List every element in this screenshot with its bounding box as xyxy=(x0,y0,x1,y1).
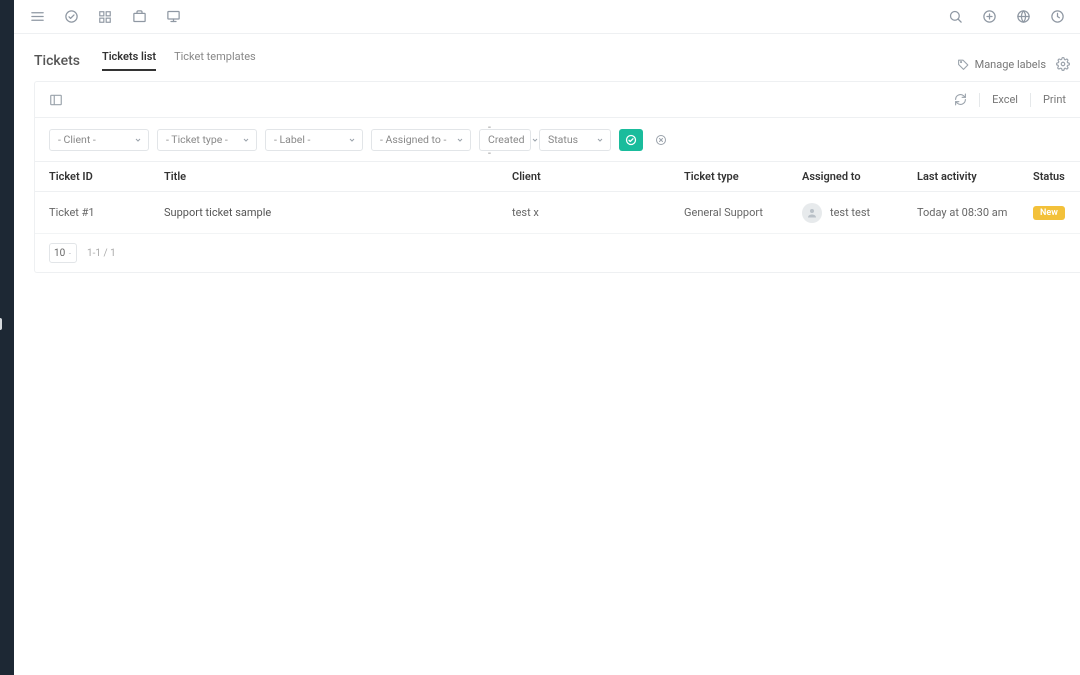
filters-row: - Client - - Ticket type - - Label - - A… xyxy=(35,118,1080,162)
cell-last-activity: Today at 08:30 am xyxy=(903,206,1019,219)
filter-assigned-to[interactable]: - Assigned to - xyxy=(371,129,471,151)
status-badge: New xyxy=(1033,206,1065,220)
assignee-name: test test xyxy=(830,206,870,219)
separator xyxy=(1030,93,1031,107)
panel-toggle-icon[interactable] xyxy=(49,93,63,107)
filter-status[interactable]: Status xyxy=(539,129,611,151)
cell-ticket-type: General Support xyxy=(670,206,788,219)
search-icon[interactable] xyxy=(946,8,964,26)
tab-ticket-templates[interactable]: Ticket templates xyxy=(174,50,256,71)
settings-icon[interactable] xyxy=(1056,57,1070,71)
table-row[interactable]: Ticket #1 Support ticket sample test x G… xyxy=(35,192,1080,234)
chevron-down-icon xyxy=(596,136,604,144)
chevron-down-icon xyxy=(68,250,72,257)
cell-title: Support ticket sample xyxy=(150,206,498,219)
pager-info: 1-1 / 1 xyxy=(87,248,116,259)
print-button[interactable]: Print xyxy=(1043,93,1066,106)
cell-status: New xyxy=(1019,205,1080,220)
pager: 10 1-1 / 1 xyxy=(35,234,1080,272)
cell-client: test x xyxy=(498,206,670,219)
topbar xyxy=(14,0,1080,34)
filter-ticket-type-label: - Ticket type - xyxy=(166,133,228,146)
menu-icon[interactable] xyxy=(28,8,46,26)
tabs: Tickets list Ticket templates xyxy=(102,50,256,71)
page-header: Tickets Tickets list Ticket templates Ma… xyxy=(34,50,1080,71)
left-rail xyxy=(0,0,14,675)
filter-label[interactable]: - Label - xyxy=(265,129,363,151)
col-ticket-type[interactable]: Ticket type xyxy=(670,170,788,183)
manage-labels-button[interactable]: Manage labels xyxy=(957,58,1046,71)
tickets-table: Ticket ID Title Client Ticket type Assig… xyxy=(35,162,1080,234)
tab-tickets-list[interactable]: Tickets list xyxy=(102,50,156,71)
table-header: Ticket ID Title Client Ticket type Assig… xyxy=(35,162,1080,192)
col-last-activity[interactable]: Last activity xyxy=(903,170,1019,183)
page-size-select[interactable]: 10 xyxy=(49,243,77,263)
grid-icon[interactable] xyxy=(96,8,114,26)
col-title[interactable]: Title xyxy=(150,170,498,183)
x-circle-icon xyxy=(655,134,667,146)
chevron-down-icon xyxy=(242,136,250,144)
monitor-icon[interactable] xyxy=(164,8,182,26)
filter-client-label: - Client - xyxy=(58,133,96,146)
col-ticket-id[interactable]: Ticket ID xyxy=(35,170,150,183)
topbar-left-icons xyxy=(28,8,182,26)
card-toolbar: Excel Print xyxy=(35,82,1080,118)
check-circle-icon[interactable] xyxy=(62,8,80,26)
avatar xyxy=(802,203,822,223)
page-size-value: 10 xyxy=(54,248,65,259)
page-title: Tickets xyxy=(34,53,80,69)
clock-icon[interactable] xyxy=(1048,8,1066,26)
check-icon xyxy=(625,134,637,146)
filter-ticket-type[interactable]: - Ticket type - xyxy=(157,129,257,151)
chevron-down-icon xyxy=(134,136,142,144)
export-excel-button[interactable]: Excel xyxy=(992,93,1018,106)
col-assigned-to[interactable]: Assigned to xyxy=(788,170,903,183)
filter-created-label: - Created - xyxy=(488,120,525,159)
separator xyxy=(979,93,980,107)
cell-assigned-to: test test xyxy=(788,203,903,223)
manage-labels-label: Manage labels xyxy=(975,58,1046,71)
clear-filters-button[interactable] xyxy=(651,130,671,150)
filter-created[interactable]: - Created - xyxy=(479,129,531,151)
filter-client[interactable]: - Client - xyxy=(49,129,149,151)
tag-icon xyxy=(957,58,970,71)
filter-status-label: Status xyxy=(548,133,578,146)
cell-ticket-id: Ticket #1 xyxy=(35,206,150,219)
col-client[interactable]: Client xyxy=(498,170,670,183)
briefcase-icon[interactable] xyxy=(130,8,148,26)
col-status[interactable]: Status xyxy=(1019,170,1080,183)
topbar-right-icons xyxy=(946,8,1066,26)
filter-label-label: - Label - xyxy=(274,133,310,146)
rail-expand-handle[interactable] xyxy=(0,318,2,330)
apply-filters-button[interactable] xyxy=(619,129,643,151)
globe-icon[interactable] xyxy=(1014,8,1032,26)
chevron-down-icon xyxy=(531,136,539,144)
filter-assigned-to-label: - Assigned to - xyxy=(380,133,446,146)
plus-circle-icon[interactable] xyxy=(980,8,998,26)
chevron-down-icon xyxy=(456,136,464,144)
refresh-icon[interactable] xyxy=(954,93,967,106)
chevron-down-icon xyxy=(348,136,356,144)
